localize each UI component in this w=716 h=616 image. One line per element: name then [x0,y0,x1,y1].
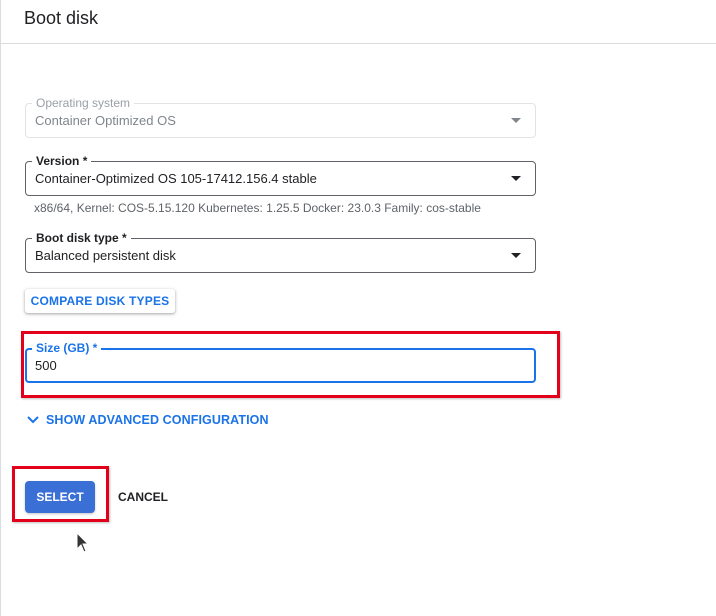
version-label: Version * [32,154,92,168]
cancel-button[interactable]: CANCEL [110,481,176,513]
page-title: Boot disk [24,8,99,28]
chevron-down-icon [511,253,521,258]
show-advanced-configuration-label: SHOW ADVANCED CONFIGURATION [46,413,269,427]
chevron-down-icon [511,176,521,181]
size-input[interactable]: Size (GB) * 500 [25,341,536,383]
boot-disk-type-select[interactable]: Boot disk type * Balanced persistent dis… [25,231,536,273]
panel-header: Boot disk [0,0,716,44]
boot-disk-panel: Boot disk Operating system Container Opt… [0,0,716,616]
version-value: Container-Optimized OS 105-17412.156.4 s… [35,171,317,186]
version-select[interactable]: Version * Container-Optimized OS 105-174… [25,154,536,196]
operating-system-label: Operating system [32,96,135,110]
panel-left-border [0,0,1,616]
boot-disk-type-label: Boot disk type * [32,231,131,245]
compare-disk-types-button[interactable]: COMPARE DISK TYPES [25,289,175,313]
chevron-down-icon [511,118,521,123]
operating-system-select: Operating system Container Optimized OS [25,96,536,138]
size-value: 500 [35,358,57,373]
chevron-down-icon [27,416,39,424]
mouse-pointer-icon [76,532,90,553]
version-helper-text: x86/64, Kernel: COS-5.15.120 Kubernetes:… [34,201,481,215]
show-advanced-configuration-toggle[interactable]: SHOW ADVANCED CONFIGURATION [26,411,269,429]
boot-disk-type-value: Balanced persistent disk [35,248,176,263]
operating-system-value: Container Optimized OS [35,113,176,128]
size-label: Size (GB) * [32,341,102,355]
select-button[interactable]: SELECT [25,481,95,513]
